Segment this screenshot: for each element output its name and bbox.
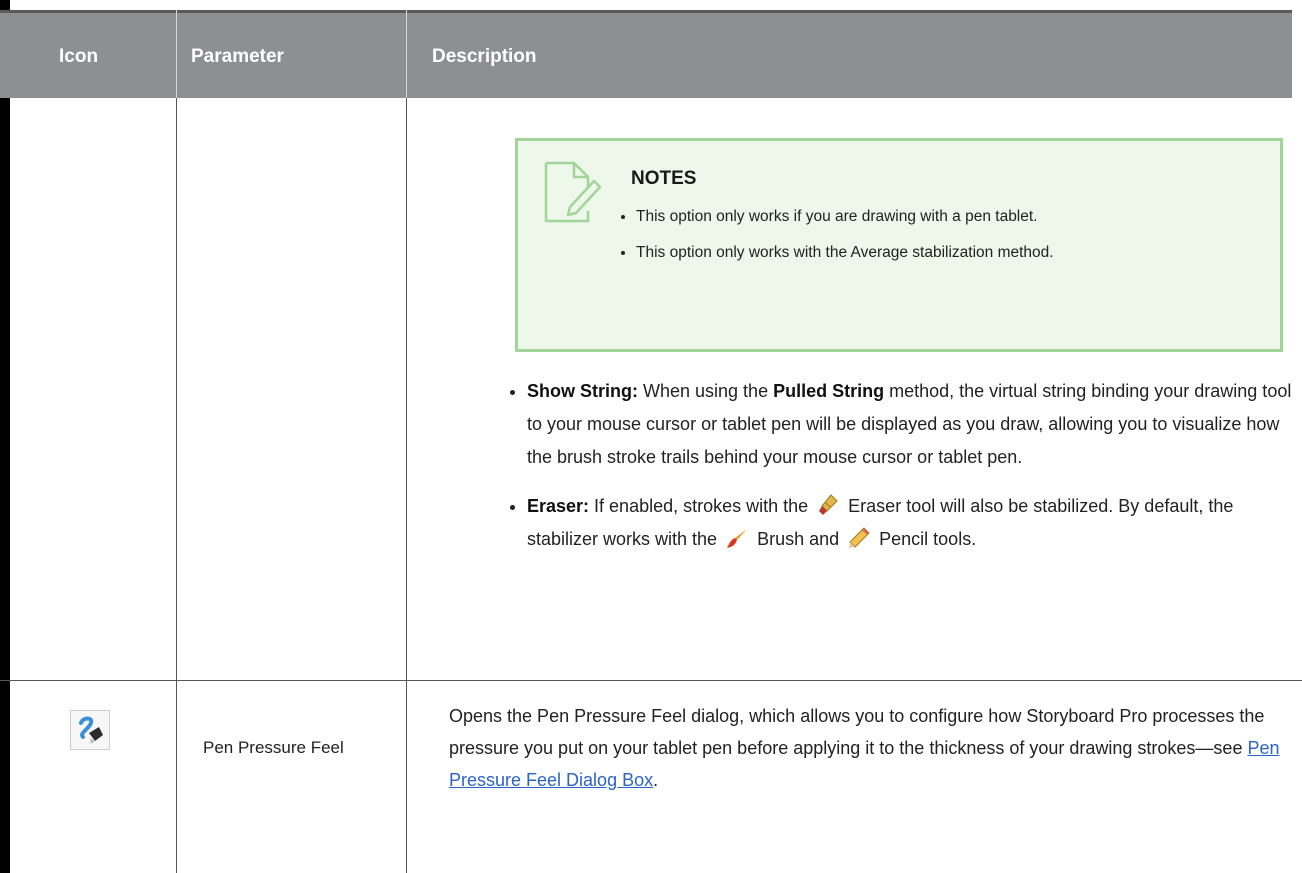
bullet-text: If enabled, strokes with the	[589, 496, 814, 516]
notes-list: This option only works if you are drawin…	[612, 193, 1276, 265]
table-header: Icon Parameter Description	[0, 10, 1292, 98]
bullet-text: When using the	[638, 381, 774, 401]
bullet-text: Pencil tools.	[874, 529, 977, 549]
row-divider	[0, 680, 1302, 681]
description-end: .	[653, 770, 659, 790]
option-bullets: Show String: When using the Pulled Strin…	[497, 375, 1302, 572]
parameter-description: Opens the Pen Pressure Feel dialog, whic…	[449, 700, 1289, 796]
pencil-icon	[847, 526, 871, 550]
bullet-text: Brush and	[752, 529, 845, 549]
bullet-label: Eraser:	[527, 496, 590, 516]
brush-icon	[725, 526, 749, 550]
parameter-name: Pen Pressure Feel	[203, 738, 344, 757]
bullet-label: Show String:	[527, 381, 638, 401]
note-item: This option only works with the Average …	[636, 240, 1276, 265]
header-separator	[176, 10, 177, 98]
description-text: Opens the Pen Pressure Feel dialog, whic…	[449, 706, 1265, 758]
column-divider	[176, 98, 177, 873]
pen-pressure-icon	[70, 710, 110, 750]
bullet-bold-text: Pulled String	[773, 381, 885, 401]
header-separator	[406, 10, 407, 98]
bullet-show-string: Show String: When using the Pulled Strin…	[527, 375, 1302, 474]
notes-title: NOTES	[631, 168, 697, 189]
header-description: Description	[432, 46, 537, 67]
bullet-eraser: Eraser: If enabled, strokes with the Era…	[527, 490, 1302, 556]
column-divider	[406, 98, 407, 873]
note-pencil-icon	[540, 159, 604, 230]
header-parameter: Parameter	[191, 46, 284, 67]
header-icon: Icon	[59, 46, 99, 67]
note-item: This option only works if you are drawin…	[636, 204, 1276, 229]
notes-box: NOTES This option only works if you are …	[515, 138, 1283, 352]
eraser-icon	[816, 493, 840, 517]
